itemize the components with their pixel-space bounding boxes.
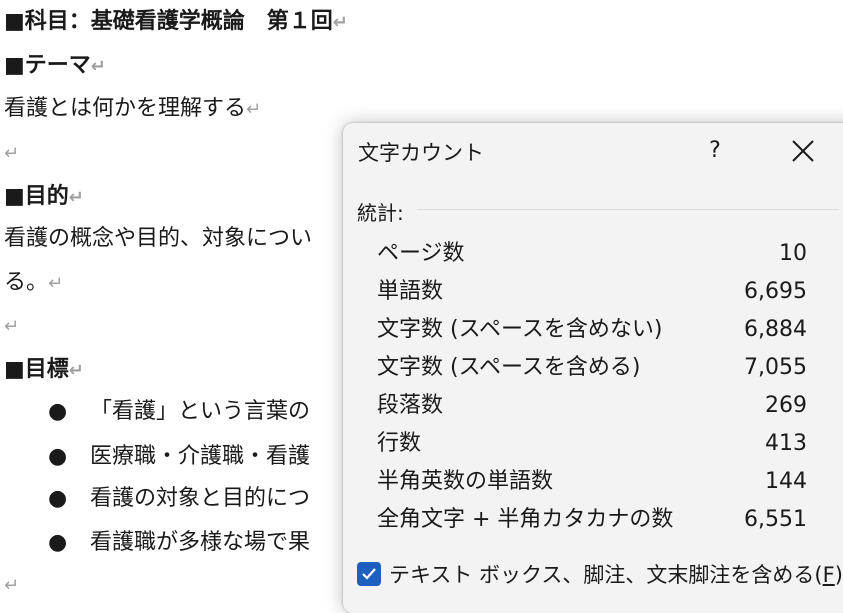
word-count-dialog: 文字カウント ? 統計: ページ数 10 単語数 6,695 文字数 (スペース…: [343, 123, 843, 613]
stat-row-words: 単語数 6,695: [377, 273, 807, 311]
dialog-titlebar[interactable]: 文字カウント ?: [343, 123, 843, 179]
stat-label: 文字数 (スペースを含める): [377, 355, 641, 380]
bullet-icon: ●: [48, 530, 68, 555]
bullet-icon: ●: [48, 486, 68, 511]
paragraph-mark-icon: ↵: [68, 187, 84, 208]
paragraph-mark-icon: ↵: [4, 143, 20, 164]
goals-heading: ■目標↵: [4, 356, 84, 382]
stat-label: 単語数: [377, 279, 444, 304]
stat-value: 6,551: [744, 507, 807, 532]
divider: [417, 209, 839, 210]
paragraph-mark-icon: ↵: [90, 56, 106, 77]
bullet-icon: ●: [48, 399, 68, 424]
stat-label: ページ数: [377, 241, 465, 266]
close-icon: [792, 140, 814, 162]
stat-value: 413: [765, 431, 807, 456]
paragraph-mark-icon: ↵: [48, 273, 64, 294]
close-button[interactable]: [783, 133, 823, 169]
stat-row-lines: 行数 413: [377, 425, 807, 463]
stat-label: 行数: [377, 431, 422, 456]
stat-value: 6,695: [744, 279, 807, 304]
stat-value: 269: [765, 393, 807, 418]
stat-row-pages: ページ数 10: [377, 235, 807, 273]
checkbox-label-close: ): [834, 563, 843, 587]
purpose-text-line2: る。↵: [4, 270, 64, 295]
paragraph-mark-icon: ↵: [246, 99, 262, 120]
stat-label: 全角文字 + 半角カタカナの数: [377, 507, 674, 532]
stat-row-chars-with-spaces: 文字数 (スペースを含める) 7,055: [377, 349, 807, 387]
stat-value: 7,055: [744, 355, 807, 380]
paragraph-mark-icon: ↵: [4, 316, 20, 337]
empty-paragraph: ↵: [4, 311, 19, 342]
list-item: ● 「看護」という言葉の: [48, 397, 310, 427]
statistics-label: 統計:: [357, 201, 404, 225]
dialog-title: 文字カウント: [358, 141, 484, 165]
paragraph-mark-icon: ↵: [332, 12, 348, 33]
stat-row-chars-no-spaces: 文字数 (スペースを含めない) 6,884: [377, 311, 807, 349]
include-textboxes-checkbox-row[interactable]: テキスト ボックス、脚注、文末脚注を含める(F): [357, 557, 843, 593]
checkbox-accelerator: F: [822, 563, 835, 587]
stat-row-paragraphs: 段落数 269: [377, 387, 807, 425]
stat-value: 10: [779, 241, 807, 266]
stat-label: 段落数: [377, 393, 444, 418]
bullet-icon: ●: [48, 444, 68, 469]
list-item: ● 看護職が多様な場で果: [48, 528, 310, 558]
checkbox-label: テキスト ボックス、脚注、文末脚注を含める(: [389, 563, 823, 587]
paragraph-mark-icon: ↵: [4, 575, 20, 596]
include-textboxes-checkbox[interactable]: [357, 562, 381, 586]
list-item: ● 看護の対象と目的につ: [48, 484, 310, 514]
theme-text: 看護とは何かを理解する↵: [4, 96, 262, 121]
theme-heading: ■テーマ↵: [4, 52, 106, 78]
list-item: ● 医療職・介護職・看護: [48, 442, 310, 472]
help-button[interactable]: ?: [695, 133, 735, 169]
stat-row-halfwidth-words: 半角英数の単語数 144: [377, 463, 807, 501]
purpose-heading: ■目的↵: [4, 183, 84, 209]
paragraph-mark-icon: ↵: [68, 360, 84, 381]
empty-paragraph: ↵: [4, 138, 19, 169]
checkmark-icon: [362, 568, 376, 580]
stat-label: 半角英数の単語数: [377, 469, 554, 494]
stat-value: 6,884: [744, 317, 807, 342]
stat-value: 144: [765, 469, 807, 494]
stat-row-fullwidth-chars: 全角文字 + 半角カタカナの数 6,551: [377, 501, 807, 539]
purpose-text-line1: 看護の概念や目的、対象につい: [4, 226, 313, 251]
subject-heading: ■科目：基礎看護学概論 第１回↵: [4, 8, 348, 34]
empty-paragraph: ↵: [4, 570, 19, 601]
stat-label: 文字数 (スペースを含めない): [377, 317, 663, 342]
